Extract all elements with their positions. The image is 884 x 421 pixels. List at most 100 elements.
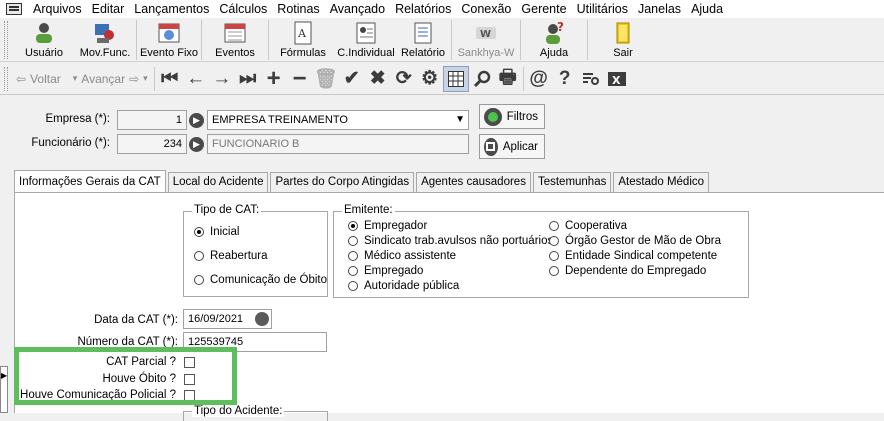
radio-cooperativa-label: Cooperativa (565, 220, 628, 232)
radio-orgao-gestor[interactable]: Órgão Gestor de Mão de Obra (549, 235, 721, 247)
radio-unchecked-icon (549, 236, 559, 246)
menu-avancado[interactable]: Avançado (325, 0, 390, 18)
aplicar-button[interactable]: Aplicar (479, 134, 545, 159)
funcionario-label: Funcionário (*): (31, 137, 110, 149)
left-splitter[interactable]: ▶ (0, 366, 8, 413)
radio-empregado-label: Empregado (364, 265, 424, 277)
find-text-icon[interactable] (578, 66, 604, 92)
radio-unchecked-icon (348, 266, 358, 276)
back-button[interactable]: ⇦ Voltar (12, 72, 65, 86)
tipo-cat-group: Tipo de CAT: Inicial Reabertura Comunica… (183, 204, 328, 297)
menu-janelas[interactable]: Janelas (633, 0, 686, 18)
forward-label: Avançar (81, 71, 126, 86)
relatorio-button[interactable]: Relatório (397, 18, 449, 62)
relatorio-label: Relatório (400, 47, 446, 59)
radio-unchecked-icon (194, 275, 204, 285)
tab-atestado-medico[interactable]: Atestado Médico (613, 172, 710, 192)
sankhya-w-button[interactable]: W Sankhya-W (454, 18, 518, 62)
remove-record-icon[interactable]: − (287, 65, 313, 92)
individual-card-icon (353, 21, 379, 45)
previous-record-icon[interactable]: ← (183, 66, 209, 92)
last-record-icon[interactable]: ⏭ (235, 66, 261, 92)
radio-inicial[interactable]: Inicial (194, 226, 239, 238)
funcionario-code-field[interactable]: 234 (117, 134, 187, 154)
empresa-label: Empresa (*): (45, 113, 110, 125)
refresh-icon[interactable]: ⟳ (391, 66, 417, 92)
data-cat-field[interactable]: 16/09/2021 (183, 309, 272, 329)
c-individual-label: C.Individual (337, 47, 395, 59)
first-record-icon[interactable]: ⏮ (157, 66, 183, 92)
sair-label: Sair (613, 47, 633, 59)
excel-export-icon[interactable]: X (604, 66, 630, 92)
menu-rotinas[interactable]: Rotinas (272, 0, 324, 18)
radio-autoridade-publica-label: Autoridade pública (364, 280, 460, 292)
radio-dependente-empregado-label: Dependente do Empregado (565, 265, 707, 277)
menu-gerente[interactable]: Gerente (516, 0, 571, 18)
menu-conexao[interactable]: Conexão (456, 0, 516, 18)
filtros-button[interactable]: Filtros (479, 104, 545, 129)
sair-button[interactable]: Sair (590, 18, 656, 62)
tab-agentes-causadores[interactable]: Agentes causadores (416, 172, 531, 192)
toolbar-separator (201, 20, 202, 60)
usuario-button[interactable]: Usuário (12, 18, 76, 62)
radio-medico-assistente[interactable]: Médico assistente (348, 250, 456, 262)
tab-partes-corpo[interactable]: Partes do Corpo Atingidas (270, 172, 415, 192)
radio-cooperativa[interactable]: Cooperativa (549, 220, 627, 232)
toolbar-grip[interactable] (4, 66, 8, 91)
header-panel: Empresa (*): 1 ▶ EMPRESA TREINAMENTO ▼ F… (0, 96, 884, 166)
radio-unchecked-icon (348, 251, 358, 261)
expand-arrow-icon: ▶ (1, 371, 8, 380)
app-menu-icon[interactable] (6, 3, 22, 15)
help-question-icon[interactable]: ? (552, 66, 578, 92)
c-individual-button[interactable]: C.Individual (335, 18, 397, 62)
menu-calculos[interactable]: Cálculos (214, 0, 272, 18)
report-icon (410, 21, 436, 45)
emitente-title: Emitente: (342, 204, 395, 216)
ajuda-button[interactable]: ? Ajuda (523, 18, 585, 62)
radio-empregado[interactable]: Empregado (348, 265, 423, 277)
emitente-group: Emitente: Empregador Sindicato trab.avul… (333, 204, 749, 298)
radio-medico-assistente-label: Médico assistente (364, 250, 457, 262)
radio-sindicato-avulsos-label: Sindicato trab.avulsos não portuários (364, 235, 554, 247)
mov-func-button[interactable]: Mov.Func. (76, 18, 134, 62)
forward-button[interactable]: ▾ Avançar ⇨ ▾ (65, 72, 152, 86)
cancel-x-icon[interactable]: ✖ (365, 66, 391, 92)
formulas-label: Fórmulas (280, 47, 326, 59)
search-icon[interactable] (469, 66, 495, 92)
evento-fixo-button[interactable]: Evento Fixo (139, 18, 199, 62)
menu-arquivos[interactable]: Arquivos (28, 0, 87, 18)
empresa-code-field[interactable]: 1 (117, 110, 187, 130)
formulas-button[interactable]: A Fórmulas (271, 18, 335, 62)
evento-fixo-label: Evento Fixo (139, 47, 199, 59)
radio-empregador[interactable]: Empregador (348, 220, 427, 232)
toolbar-grip[interactable] (4, 21, 8, 59)
empresa-select[interactable]: EMPRESA TREINAMENTO ▼ (207, 110, 469, 130)
add-record-icon[interactable]: + (261, 65, 287, 92)
tab-informacoes-gerais[interactable]: Informações Gerais da CAT (14, 170, 166, 192)
radio-sindicato-avulsos[interactable]: Sindicato trab.avulsos não portuários (348, 235, 553, 247)
confirm-check-icon[interactable]: ✔ (339, 66, 365, 92)
radio-entidade-sindical[interactable]: Entidade Sindical competente (549, 250, 717, 262)
lookup-icon[interactable]: ▶ (189, 137, 204, 152)
menu-utilitarios[interactable]: Utilitários (572, 0, 633, 18)
menu-lancamentos[interactable]: Lançamentos (129, 0, 214, 18)
usuario-label: Usuário (25, 47, 63, 59)
email-at-icon[interactable]: @ (526, 66, 552, 92)
tab-testemunhas[interactable]: Testemunhas (532, 172, 612, 192)
radio-autoridade-publica[interactable]: Autoridade pública (348, 280, 459, 292)
menu-editar[interactable]: Editar (87, 0, 130, 18)
print-icon[interactable]: 🖶 (495, 66, 521, 92)
tab-local-acidente[interactable]: Local do Acidente (167, 172, 269, 192)
radio-dependente-empregado[interactable]: Dependente do Empregado (549, 265, 706, 277)
delete-trash-icon[interactable]: 🗑 (313, 66, 339, 92)
menu-ajuda[interactable]: Ajuda (686, 0, 728, 18)
next-record-icon[interactable]: → (209, 66, 235, 92)
eventos-button[interactable]: Eventos (204, 18, 266, 62)
radio-reabertura-label: Reabertura (210, 250, 268, 262)
radio-reabertura[interactable]: Reabertura (194, 250, 268, 262)
lookup-icon[interactable]: ▶ (189, 113, 204, 128)
radio-comunicacao-obito[interactable]: Comunicação de Óbito (194, 274, 327, 286)
menu-relatorios[interactable]: Relatórios (390, 0, 456, 18)
grid-view-icon[interactable] (442, 65, 469, 92)
settings-gear-icon[interactable]: ⚙ (417, 66, 443, 92)
